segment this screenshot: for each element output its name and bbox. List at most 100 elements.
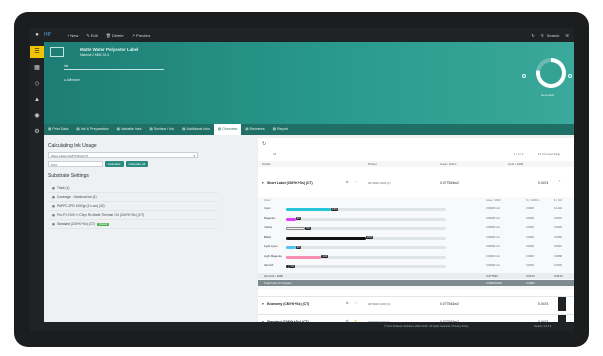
sidebar-ink-icon[interactable]: ◉ xyxy=(30,110,44,122)
sidebar: ☰ ▦ ◇ ▲ ◉ ⚙ xyxy=(30,42,44,331)
toolbar-new-label: New xyxy=(70,32,79,38)
result-row-economy[interactable]: ▾ Economy (CMYK+Sx) (CT) ⧉ ☆ HP 6900 C00… xyxy=(258,296,574,311)
ink-usage-bar: 25% xyxy=(286,236,446,240)
ink-usage-fill xyxy=(286,246,296,249)
filter-all[interactable]: All xyxy=(273,152,276,156)
copy-icon[interactable]: ⧉ xyxy=(346,180,348,184)
next-dot-icon[interactable] xyxy=(568,74,572,78)
expand-icon[interactable]: ▾ xyxy=(262,302,264,306)
tab-print-data[interactable]: ▤ Print Data xyxy=(44,124,72,135)
tab-variable-inks[interactable]: ▤ Variable Inks xyxy=(113,124,146,135)
col-cost[interactable]: Cost / 1000 xyxy=(508,162,523,166)
menu-icon[interactable]: ☰ xyxy=(565,33,569,38)
star-icon[interactable]: ☆ xyxy=(354,180,357,184)
ink-row: Magenta 3% 0.00000 m2 0.0000 0.0004 xyxy=(264,216,568,223)
footer-version: Version 1.2.3.4 xyxy=(534,325,552,328)
subtotal-cost: 0.0474 xyxy=(554,274,563,278)
sidebar-label-icon[interactable]: ◇ xyxy=(30,78,44,90)
ink-area: 0.00000 m2 xyxy=(486,264,500,267)
prev-dot-icon[interactable] xyxy=(522,74,526,78)
ink-cost: 0.0016 xyxy=(554,245,562,248)
toolbar-delete[interactable]: 🗑 Delete xyxy=(106,33,124,38)
ink-breakdown: Color Area / 1000 % / 1000m $ / 1M Cyan 1… xyxy=(258,197,574,289)
ink-total-row: Total Cost of 1 Copies 0.000011184 0.000… xyxy=(258,280,574,286)
tab-icon: ▤ xyxy=(48,127,52,131)
ink-row: Cyan 14% 0.00000 m2 0.0000 0.1446 xyxy=(264,206,568,213)
profile-name: Economy (CMYK+Sx) (CT) xyxy=(267,302,310,306)
result-row-short-label[interactable]: ▾ Short Label (CMYK+Sx) (CT) ⧉ ☆ HP 6900… xyxy=(258,176,574,190)
ink-field-label: Ink xyxy=(64,64,69,68)
tab-report[interactable]: ▤ Report xyxy=(269,124,292,135)
toolbar-new[interactable]: + New xyxy=(67,33,78,38)
toolbar-preview[interactable]: ↗ Preview xyxy=(132,33,151,38)
ink-row: Black 25% 0.00000 m2 0.0000 0.0250 xyxy=(264,235,568,242)
quantity-input[interactable]: Print xyxy=(48,161,103,167)
adhesive-field-label: Adhesive xyxy=(66,78,80,82)
ink-usage-bar: 11% xyxy=(286,255,446,259)
refresh-results-icon[interactable]: ↻ xyxy=(262,141,266,147)
ink-cost: 0.1446 xyxy=(554,207,562,210)
total-label: Total Cost of 1 Copies xyxy=(264,281,292,285)
user-icon[interactable]: ● xyxy=(30,32,44,38)
collapse-icon[interactable]: ⌃ xyxy=(558,180,561,184)
sidebar-settings-icon[interactable]: ⚙ xyxy=(30,126,44,138)
profile-selector-value: Short Label (CMYK/Sx)(CT) xyxy=(51,154,89,158)
col-profile[interactable]: Profile xyxy=(262,162,271,166)
hp-logo: HP xyxy=(44,32,51,38)
ink-name: Varnish xyxy=(264,263,274,267)
col-area[interactable]: Area / 100m xyxy=(440,162,456,166)
profile-selector[interactable]: Short Label (CMYK/Sx)(CT) ▾ xyxy=(48,152,198,158)
ink-row: Light Magenta 11% 0.00000 m2 0.0000 0.0088 xyxy=(264,254,568,261)
substrate-item[interactable]: ▦ Coverage - Hardcoat Ink (4) xyxy=(48,193,218,202)
ink-name: Light Magenta xyxy=(264,253,282,258)
ink-name: Cyan xyxy=(264,206,271,210)
tab-surface-ink[interactable]: ▤ Surface / Ink xyxy=(146,124,179,135)
toolbar-edit[interactable]: ✎ Edit xyxy=(86,33,97,38)
expand-icon[interactable]: ▾ xyxy=(262,181,264,185)
substrate-icon: ▦ xyxy=(52,213,56,217)
substrate-item[interactable]: ▦ Thick (1) xyxy=(48,184,218,193)
calculate-all-button[interactable]: Calculate All xyxy=(125,161,149,167)
sidebar-print-icon[interactable]: ▲ xyxy=(30,94,44,106)
tab-icon: ▤ xyxy=(272,127,277,131)
row-action-button[interactable] xyxy=(558,297,566,311)
substrate-item[interactable]: ▦ Standard (CMYK+Sx) (CT) Default xyxy=(48,220,218,229)
substrate-icon: ▦ xyxy=(52,222,56,226)
ink-area: 0.00000 m2 xyxy=(486,245,500,248)
substrate-label: Pre-P-H 200 +/-Cfxyr Rx Matte Thermal / … xyxy=(57,213,145,217)
substrate-item[interactable]: ▦ PAPPC-2PD 1000gr (3 x cm) (32) xyxy=(48,202,218,211)
ink-usage-bar: 1% xyxy=(286,264,446,268)
tab-additional-inks[interactable]: ▤ Additional Inks xyxy=(178,124,214,135)
default-badge: Default xyxy=(97,222,110,226)
ink-row: Yellow 6% 0.00000 m2 0.0000 0.0025 xyxy=(264,225,568,232)
star-icon[interactable]: ☆ xyxy=(354,301,357,305)
ink-ratio: 0.0000 xyxy=(526,264,534,267)
pager-top[interactable]: 1 / 2 / 3 xyxy=(514,152,523,156)
ink-row: Varnish 1% 0.00000 m2 0.0000 0.0000 xyxy=(264,263,568,270)
tab-releases[interactable]: ▤ Releases xyxy=(241,124,268,135)
search-label[interactable]: Search xyxy=(547,33,560,38)
col-printer[interactable]: Printer xyxy=(368,162,377,166)
tab-overview[interactable]: ▤ Overview xyxy=(213,124,242,135)
ink-cost: 0.0000 xyxy=(554,264,562,267)
substrate-item[interactable]: ▦ Pre-P-H 200 +/-Cfxyr Rx Matte Thermal /… xyxy=(48,211,218,220)
ink-usage-fill xyxy=(286,255,322,259)
ink-usage-bar: 6% xyxy=(286,226,446,230)
total-ratio: 0.0000 xyxy=(526,281,535,285)
pager-size-top[interactable]: 15 Ink Used Page xyxy=(538,152,560,156)
sidebar-calendar-icon[interactable]: ▦ xyxy=(30,62,44,74)
tab-ink-preparation[interactable]: ▤ Ink & Preparation xyxy=(72,124,112,135)
tab-icon: ▤ xyxy=(245,127,249,131)
substrate-label: Coverage - Hardcoat Ink (4) xyxy=(57,195,97,199)
ink-col-color: Color xyxy=(264,198,271,202)
gauge-label: Generated xyxy=(541,93,555,97)
calc-controls: Print Calculate Calculate All xyxy=(48,161,243,167)
copy-icon[interactable]: ⧉ xyxy=(346,301,348,305)
ink-name: Black xyxy=(264,234,271,239)
tab-label: Variable Inks xyxy=(120,127,142,131)
tab-label: Overview xyxy=(222,127,238,131)
refresh-icon[interactable]: ↻ xyxy=(531,33,534,38)
search-icon[interactable]: ⚲ xyxy=(541,33,544,38)
calculate-button[interactable]: Calculate xyxy=(105,161,124,167)
sidebar-menu-icon[interactable]: ☰ xyxy=(30,46,44,58)
